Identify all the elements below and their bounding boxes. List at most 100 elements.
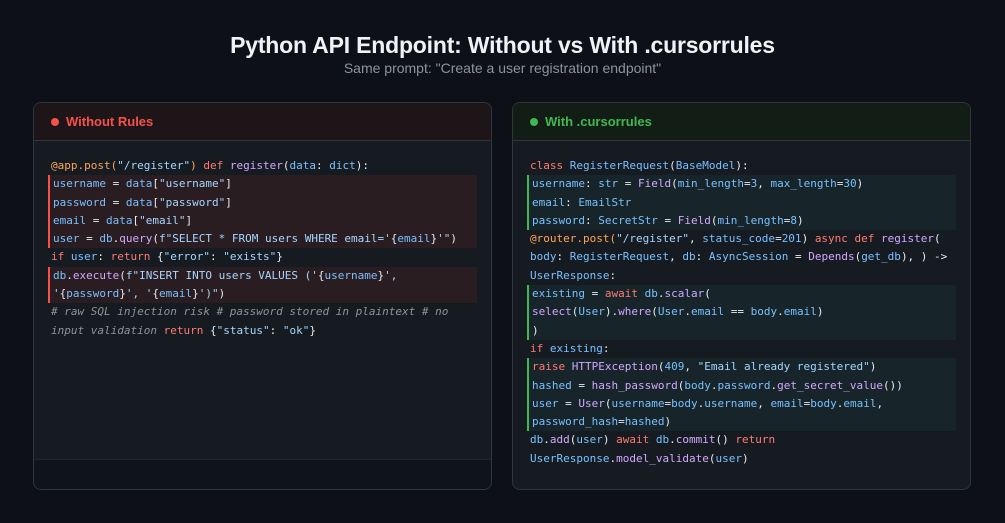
code-token: email [770, 396, 804, 410]
code-token: Field [637, 177, 672, 191]
code-token: 8 [790, 213, 797, 227]
code-token: = [558, 396, 579, 410]
code-token: "/register" [616, 232, 689, 246]
code-token: RegisterRequest [569, 250, 670, 264]
code-token: = [584, 287, 605, 301]
code-line: if existing: [530, 340, 956, 358]
code-token: password [532, 213, 585, 227]
code-token: , [669, 250, 683, 264]
code-token: email [53, 213, 87, 227]
code-token: () [715, 433, 736, 447]
code-token: RegisterRequest [569, 159, 670, 172]
with-rules-label: With .cursorrules [545, 114, 652, 129]
code-token: @app.post( [51, 159, 118, 172]
code-token: ( [934, 232, 941, 246]
code-token: @router.post( [530, 232, 617, 246]
code-token: password [717, 378, 771, 392]
code-token: ), ) -> [900, 250, 948, 264]
code-token: UserResponse [530, 268, 610, 282]
code-token: = [788, 250, 809, 264]
code-token: "error" [163, 250, 210, 264]
code-token: f"INSERT INTO users VALUES (' [125, 268, 318, 282]
code-token: Field [677, 213, 711, 227]
code-token: ) [869, 360, 877, 374]
code-token: ')" [198, 287, 219, 301]
code-token: "exists" [223, 250, 277, 264]
highlighted-code-block: existing = await db.scalar(select(User).… [527, 285, 956, 340]
code-token: data [289, 159, 316, 172]
highlighted-code-block: username = data["username"] password = da… [48, 175, 477, 249]
code-token: email [158, 287, 193, 301]
code-token: execute [72, 268, 120, 282]
code-line: raise HTTPException(409, "Email already … [532, 358, 956, 376]
code-token: ( [152, 232, 159, 246]
code-token: "status" [216, 323, 270, 337]
code-line: existing = await db.scalar( [532, 285, 956, 303]
code-token: register [229, 159, 283, 172]
page-subtitle: Same prompt: "Create a user registration… [343, 60, 662, 76]
code-token: "password" [158, 195, 226, 209]
without-rules-panel: Without Rules @app.post("/register") def… [33, 102, 492, 490]
code-token: if [51, 250, 65, 264]
code-token: ( [604, 396, 612, 410]
code-token: ( [651, 305, 658, 319]
code-token: ] [185, 213, 193, 227]
code-token: email [532, 195, 566, 209]
code-token: add [549, 433, 570, 447]
code-token: ). [604, 305, 619, 319]
code-token: , [757, 396, 771, 410]
code-token: user [532, 396, 559, 410]
code-token: user [576, 433, 603, 447]
code-token: ( [119, 268, 126, 282]
code-token: hashed [624, 415, 665, 429]
code-token: user [70, 250, 98, 264]
code-token: [ [152, 177, 159, 191]
code-token: : [602, 341, 610, 355]
code-token: register [881, 232, 935, 246]
code-token: # raw SQL injection risk # password stor… [51, 305, 449, 319]
red-status-dot-icon [51, 117, 59, 126]
code-token: username [704, 396, 758, 410]
code-token: db [655, 433, 670, 447]
code-token: await [616, 433, 650, 447]
code-token: : [584, 177, 599, 191]
code-token: async def [814, 232, 875, 246]
code-token: return [110, 250, 151, 264]
code-token: . [684, 305, 691, 319]
code-token: : [97, 250, 111, 264]
without-rules-code-block: @app.post("/register") def register (data… [34, 141, 491, 340]
code-token: 201 [781, 232, 802, 246]
code-token: db [99, 232, 113, 246]
code-token: password [66, 287, 120, 301]
code-line: username = data["username"] [53, 175, 477, 193]
code-token: status_code [702, 232, 776, 246]
code-line: if user: return {"error": "exists"} [51, 248, 477, 266]
code-token: ) [664, 415, 672, 429]
code-token: min_length [677, 177, 744, 191]
code-token: { [317, 268, 325, 282]
code-line: user = User(username=body.username, emai… [532, 395, 956, 413]
code-token: . [777, 305, 784, 319]
code-token: if [530, 341, 544, 355]
code-token: body [671, 396, 698, 410]
code-token: = [105, 195, 126, 209]
code-token: . [543, 433, 550, 447]
code-token: await [604, 287, 638, 301]
code-token: return [163, 323, 204, 337]
code-token: : [609, 268, 617, 282]
code-token: raise [532, 360, 566, 374]
code-token: , [684, 360, 698, 374]
without-rules-label: Without Rules [66, 114, 154, 129]
without-rules-header: Without Rules [34, 103, 491, 141]
code-token: ) [450, 232, 458, 246]
code-token: user [715, 451, 742, 465]
code-token: email [691, 305, 725, 319]
code-line: class RegisterRequest(BaseModel): [530, 157, 956, 175]
